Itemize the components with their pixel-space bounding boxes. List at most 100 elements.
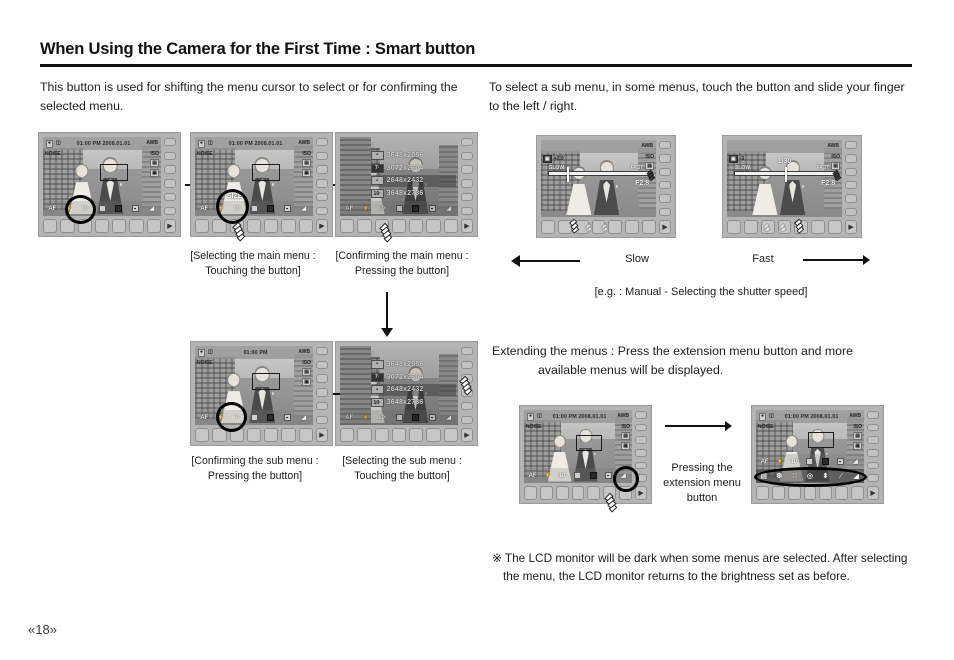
next-arrow-icon[interactable]: ▶ [635,486,648,500]
smart-button[interactable] [587,486,601,500]
smart-button[interactable] [555,486,569,500]
osd-drive-icon[interactable] [601,472,616,479]
next-arrow-icon[interactable]: ▶ [315,219,328,233]
side-button[interactable] [461,151,473,161]
osd-drive-icon[interactable] [424,414,441,421]
smart-button[interactable] [541,220,555,234]
side-button[interactable] [867,474,879,482]
smart-button[interactable] [642,220,657,234]
smart-button[interactable] [357,428,372,442]
osd-metering-icon[interactable] [262,205,279,212]
smart-button[interactable] [112,219,127,233]
smart-button[interactable] [426,219,441,233]
osd-af[interactable]: AF [44,206,61,212]
osd-drive-icon[interactable] [279,205,296,212]
shutter-speed-slider[interactable] [733,166,836,182]
osd-size[interactable]: 10· [555,473,570,479]
next-arrow-icon[interactable]: ▶ [460,219,473,233]
side-button[interactable] [316,388,328,397]
osd-extension-icon[interactable]: ◢ [616,473,631,479]
smart-button[interactable] [851,486,865,500]
resolution-row[interactable]: 10· 3648x2736 [370,187,456,200]
smart-button[interactable] [195,428,210,442]
side-button[interactable] [867,448,879,457]
smart-button[interactable] [787,486,801,500]
osd-metering-icon[interactable] [818,458,833,465]
side-button[interactable] [635,411,647,419]
osd-flash-icon[interactable]: ⚡ [358,206,375,212]
smart-button[interactable] [524,486,537,500]
smart-button[interactable] [443,219,458,233]
osd-extension-icon[interactable]: ◢ [295,415,312,421]
smart-button[interactable] [571,486,585,500]
side-button[interactable] [461,347,473,356]
osd-af[interactable]: AF [196,415,213,421]
osd-size[interactable]: 10· [374,206,391,212]
osd-metering-icon[interactable] [407,414,424,421]
resolution-row[interactable]: 7· 3072x2304 [370,162,456,175]
next-arrow-icon[interactable]: ▶ [867,486,880,500]
side-button[interactable] [164,192,176,202]
smart-button[interactable] [374,428,389,442]
smart-button[interactable] [340,428,355,442]
osd-quality-icon[interactable] [246,205,263,212]
side-button[interactable] [659,194,671,203]
osd-extension-icon[interactable]: ◢ [440,206,457,212]
side-button[interactable] [461,415,473,424]
osd-metering-icon[interactable] [586,472,601,479]
smart-button[interactable] [281,219,296,233]
resolution-row[interactable]: 10· 3648x2736 [370,396,456,409]
next-arrow-icon[interactable]: ▶ [845,220,858,234]
side-button[interactable] [316,374,328,383]
osd-drive-icon[interactable] [279,414,296,421]
side-button[interactable] [867,436,879,445]
smart-button[interactable] [625,220,640,234]
osd-af[interactable]: AF [341,415,358,421]
osd-extension-icon[interactable]: ◢ [440,415,457,421]
smart-button[interactable] [443,428,458,442]
side-button[interactable] [845,154,857,163]
side-button[interactable] [635,423,647,432]
resolution-row-selected[interactable]: • 2648x2432 [370,383,456,397]
osd-quality-icon[interactable] [570,472,585,479]
side-button[interactable] [316,206,328,215]
side-button[interactable] [659,167,671,176]
ext-icon-5[interactable]: ∕ [833,473,848,480]
side-button[interactable] [461,192,473,202]
osd-drive-icon[interactable] [424,205,441,212]
side-button[interactable] [635,461,647,470]
side-button[interactable] [845,181,857,190]
side-button[interactable] [164,165,176,174]
smart-button[interactable] [819,486,833,500]
side-button[interactable] [635,474,647,482]
smart-button[interactable] [60,219,75,233]
smart-button[interactable] [727,220,741,234]
smart-button[interactable] [340,219,355,233]
osd-size[interactable]: 10· [77,206,94,212]
osd-af[interactable]: AF [757,459,772,465]
osd-quality-icon[interactable] [246,414,263,421]
smart-button[interactable] [743,220,758,234]
side-button[interactable] [316,347,328,356]
side-button[interactable] [316,192,328,202]
side-button[interactable] [635,436,647,445]
side-button[interactable] [845,141,857,150]
smart-button[interactable] [771,486,785,500]
smart-button[interactable] [409,428,424,442]
side-button[interactable] [461,360,473,370]
osd-size[interactable]: 7· [229,415,246,421]
osd-drive-icon[interactable] [127,205,144,212]
side-button[interactable] [461,401,473,411]
shutter-speed-slider[interactable] [547,166,650,182]
osd-size[interactable]: 10· [374,415,391,421]
ext-icon-3[interactable]: ◎ [802,473,817,480]
smart-button[interactable] [835,486,849,500]
osd-af[interactable]: AF [341,206,358,212]
next-arrow-icon[interactable]: ▶ [659,220,672,234]
osd-drive-icon[interactable] [833,458,848,465]
osd-metering-icon[interactable] [407,205,424,212]
smart-button[interactable] [229,428,244,442]
side-button[interactable] [164,179,176,188]
smart-button[interactable] [43,219,58,233]
side-button[interactable] [164,138,176,147]
